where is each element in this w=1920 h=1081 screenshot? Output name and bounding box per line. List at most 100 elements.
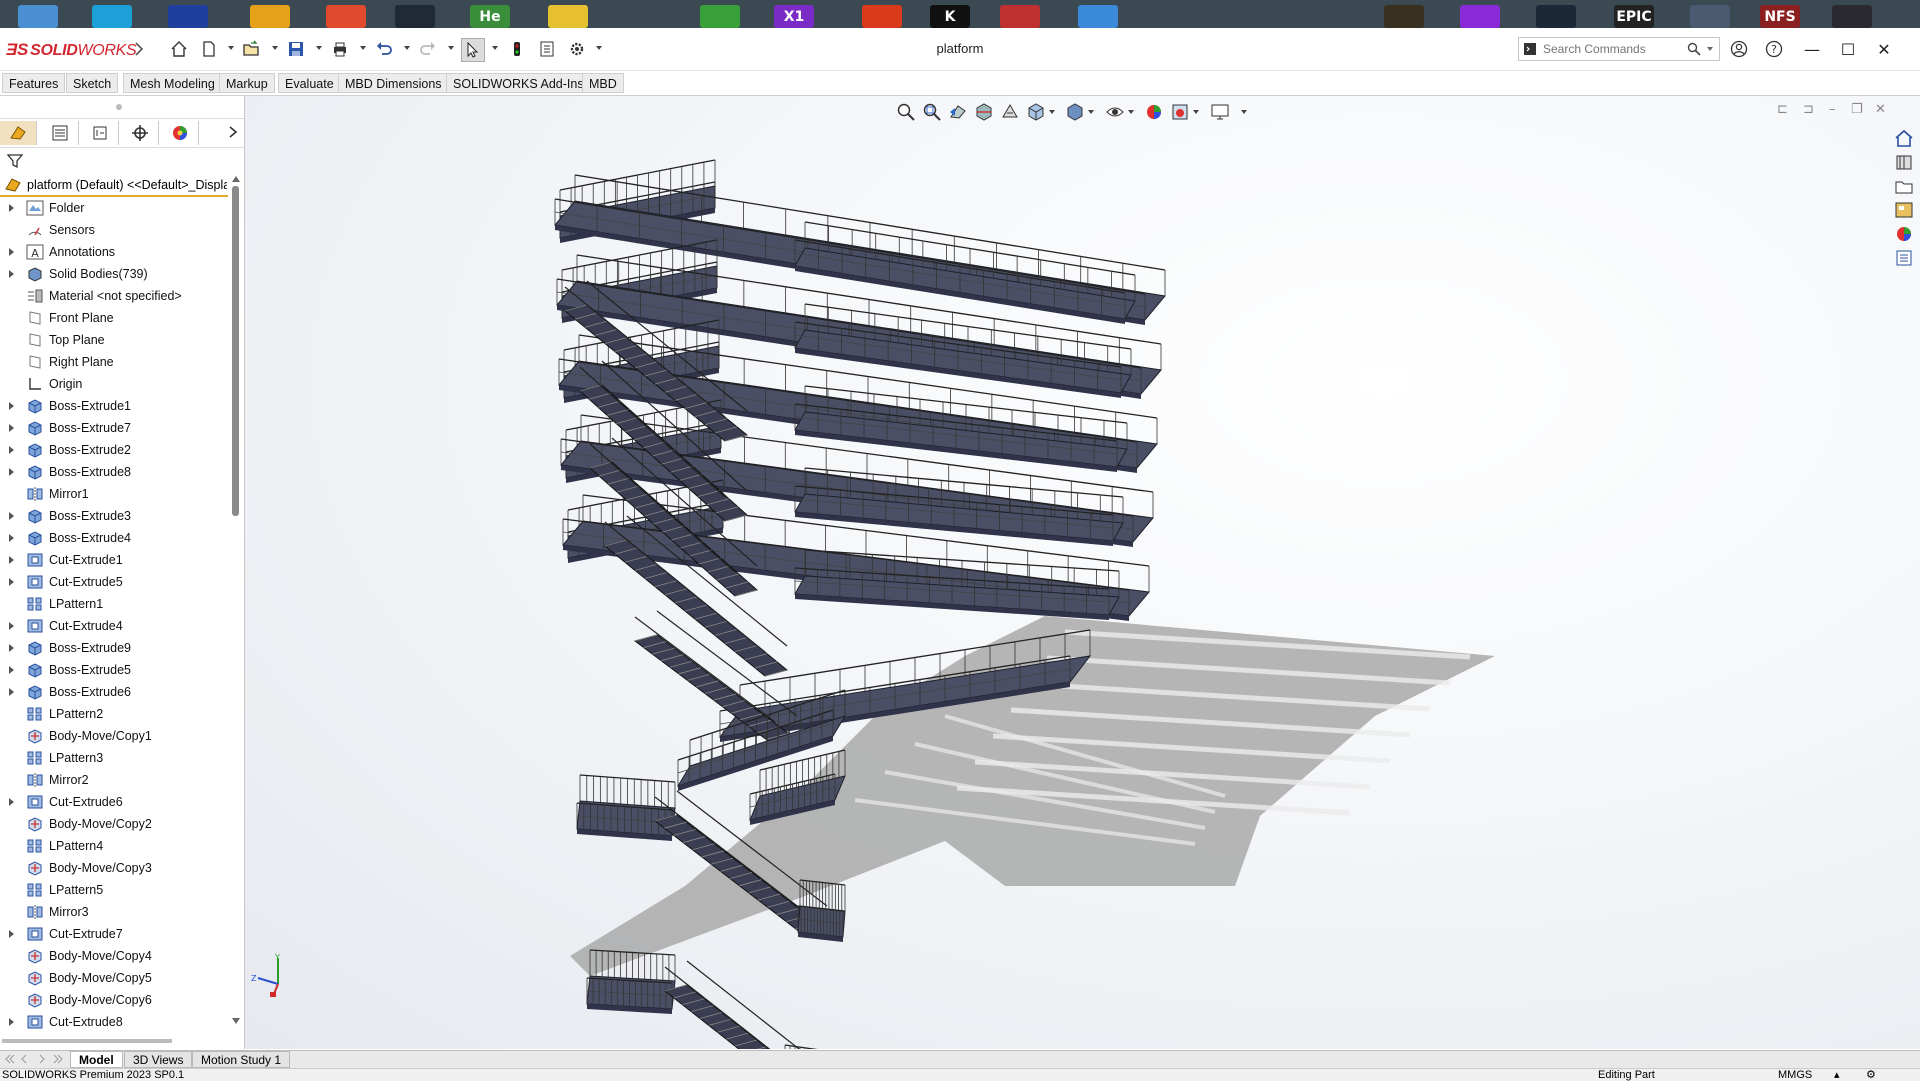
- horizontal-scrollbar[interactable]: [2, 1039, 172, 1043]
- dimxpertmanager-tab[interactable]: [122, 121, 159, 145]
- tab-markup[interactable]: Markup: [219, 73, 275, 93]
- tree-item-boss-extrude7[interactable]: Boss-Extrude7: [0, 417, 232, 439]
- expand-arrow-icon[interactable]: [9, 1018, 14, 1026]
- he-app-icon[interactable]: He: [470, 5, 510, 28]
- search-input[interactable]: [1541, 40, 1695, 58]
- disc-app-icon[interactable]: [548, 5, 588, 28]
- tree-item-folder[interactable]: Folder: [0, 197, 232, 219]
- expand-arrow-icon[interactable]: [9, 270, 14, 278]
- tree-item-origin[interactable]: Origin: [0, 373, 232, 395]
- tree-item-body-move-copy3[interactable]: Body-Move/Copy3: [0, 857, 232, 879]
- settings-app-icon[interactable]: [250, 5, 290, 28]
- scroll-down-icon[interactable]: [232, 1018, 240, 1024]
- platform-model[interactable]: [245, 96, 1920, 1049]
- tree-item-cut-extrude7[interactable]: Cut-Extrude7: [0, 923, 232, 945]
- tree-item-top-plane[interactable]: Top Plane: [0, 329, 232, 351]
- tab-3d-views[interactable]: 3D Views: [124, 1051, 193, 1068]
- file-explorer-icon[interactable]: [18, 5, 58, 28]
- tab-mbd-dimensions[interactable]: MBD Dimensions: [338, 73, 449, 93]
- tree-item-lpattern5[interactable]: LPattern5: [0, 879, 232, 901]
- print-dropdown-icon[interactable]: [360, 46, 366, 50]
- tree-item-annotations[interactable]: A Annotations: [0, 241, 232, 263]
- tree-item-boss-extrude8[interactable]: Boss-Extrude8: [0, 461, 232, 483]
- precision-x1-icon[interactable]: X1: [774, 5, 814, 28]
- monitor-icon[interactable]: [92, 5, 132, 28]
- blue-circle-app-icon[interactable]: [1078, 5, 1118, 28]
- tree-item-boss-extrude9[interactable]: Boss-Extrude9: [0, 637, 232, 659]
- tree-item-lpattern3[interactable]: LPattern3: [0, 747, 232, 769]
- panel-grip-handle[interactable]: [116, 104, 122, 110]
- expand-arrow-icon[interactable]: [9, 930, 14, 938]
- help-icon[interactable]: ?: [1763, 38, 1785, 60]
- configurationmanager-tab[interactable]: [82, 121, 119, 145]
- tree-root-part[interactable]: platform (Default) <<Default>_Display St…: [0, 175, 228, 197]
- tab-mbd[interactable]: MBD: [582, 73, 624, 93]
- undo-icon[interactable]: [373, 38, 395, 60]
- tree-item-boss-extrude4[interactable]: Boss-Extrude4: [0, 527, 232, 549]
- graphics-area[interactable]: ⊏ ⊐ – ❐ ✕ Y Z: [245, 96, 1920, 1049]
- tree-item-boss-extrude1[interactable]: Boss-Extrude1: [0, 395, 232, 417]
- red-app-icon[interactable]: [1000, 5, 1040, 28]
- epic-games-icon[interactable]: EPIC: [1614, 5, 1654, 28]
- steam-icon[interactable]: [1536, 5, 1576, 28]
- expand-arrow-icon[interactable]: [9, 688, 14, 696]
- expand-arrow-icon[interactable]: [9, 578, 14, 586]
- propertymanager-tab[interactable]: [42, 121, 79, 145]
- tab-model[interactable]: Model: [70, 1051, 123, 1068]
- select-cursor-icon[interactable]: [461, 38, 485, 62]
- gauge-app-icon[interactable]: [395, 5, 435, 28]
- tree-item-front-plane[interactable]: Front Plane: [0, 307, 232, 329]
- options-gear-icon[interactable]: [566, 38, 588, 60]
- tree-item-sensors[interactable]: Sensors: [0, 219, 232, 241]
- displaymanager-tab[interactable]: [162, 121, 199, 145]
- tab-solidworks-add-ins[interactable]: SOLIDWORKS Add-Ins: [446, 73, 591, 93]
- status-settings-icon[interactable]: ⚙: [1866, 1069, 1876, 1081]
- panel-expand-chevron-icon[interactable]: [226, 123, 240, 144]
- k-app-icon[interactable]: K: [930, 5, 970, 28]
- tab-evaluate[interactable]: Evaluate: [278, 73, 341, 93]
- solidworks-logo[interactable]: ƎS SOLIDWORKS: [6, 40, 137, 60]
- redo-icon[interactable]: [417, 38, 439, 60]
- new-dropdown-icon[interactable]: [228, 46, 234, 50]
- expand-arrow-icon[interactable]: [9, 424, 14, 432]
- scroll-up-icon[interactable]: [232, 176, 240, 182]
- tree-item-cut-extrude5[interactable]: Cut-Extrude5: [0, 571, 232, 593]
- tree-item-body-move-copy6[interactable]: Body-Move/Copy6: [0, 989, 232, 1011]
- game-thumb-2-icon[interactable]: [1690, 5, 1730, 28]
- floppy-save-icon[interactable]: [168, 5, 208, 28]
- save-icon[interactable]: [285, 38, 307, 60]
- minimize-icon[interactable]: —: [1797, 38, 1827, 60]
- stair-lower-2[interactable]: [663, 984, 827, 1049]
- close-icon[interactable]: ✕: [1869, 38, 1899, 60]
- tree-item-body-move-copy5[interactable]: Body-Move/Copy5: [0, 967, 232, 989]
- redo-dropdown-icon[interactable]: [448, 46, 454, 50]
- search-commands-box[interactable]: [1518, 37, 1720, 61]
- tab-scroll-arrows[interactable]: [4, 1053, 64, 1065]
- select-dropdown-icon[interactable]: [492, 46, 498, 50]
- home-icon[interactable]: [168, 38, 190, 60]
- game-thumb-4-icon[interactable]: [1832, 5, 1872, 28]
- undo-dropdown-icon[interactable]: [404, 46, 410, 50]
- tree-item-body-move-copy2[interactable]: Body-Move/Copy2: [0, 813, 232, 835]
- tree-item-material-not-specified[interactable]: Material <not specified>: [0, 285, 232, 307]
- expand-arrow-icon[interactable]: [9, 556, 14, 564]
- tree-item-lpattern1[interactable]: LPattern1: [0, 593, 232, 615]
- tree-item-lpattern4[interactable]: LPattern4: [0, 835, 232, 857]
- tab-motion-study-1[interactable]: Motion Study 1: [192, 1051, 291, 1068]
- expand-arrow-icon[interactable]: [9, 622, 14, 630]
- search-dropdown-icon[interactable]: [1707, 47, 1713, 51]
- featuremanager-tree-tab[interactable]: [0, 121, 37, 145]
- tree-item-mirror3[interactable]: Mirror3: [0, 901, 232, 923]
- tree-item-mirror2[interactable]: Mirror2: [0, 769, 232, 791]
- tree-item-cut-extrude1[interactable]: Cut-Extrude1: [0, 549, 232, 571]
- tree-item-body-move-copy4[interactable]: Body-Move/Copy4: [0, 945, 232, 967]
- expand-arrow-icon[interactable]: [9, 402, 14, 410]
- expand-arrow-icon[interactable]: [9, 644, 14, 652]
- expand-arrow-icon[interactable]: [9, 534, 14, 542]
- file-properties-icon[interactable]: [536, 38, 558, 60]
- save-dropdown-icon[interactable]: [316, 46, 322, 50]
- tree-item-solid-bodies-739[interactable]: Solid Bodies(739): [0, 263, 232, 285]
- account-user-icon[interactable]: [1728, 38, 1750, 60]
- search-icon[interactable]: [1687, 42, 1701, 56]
- tree-item-boss-extrude2[interactable]: Boss-Extrude2: [0, 439, 232, 461]
